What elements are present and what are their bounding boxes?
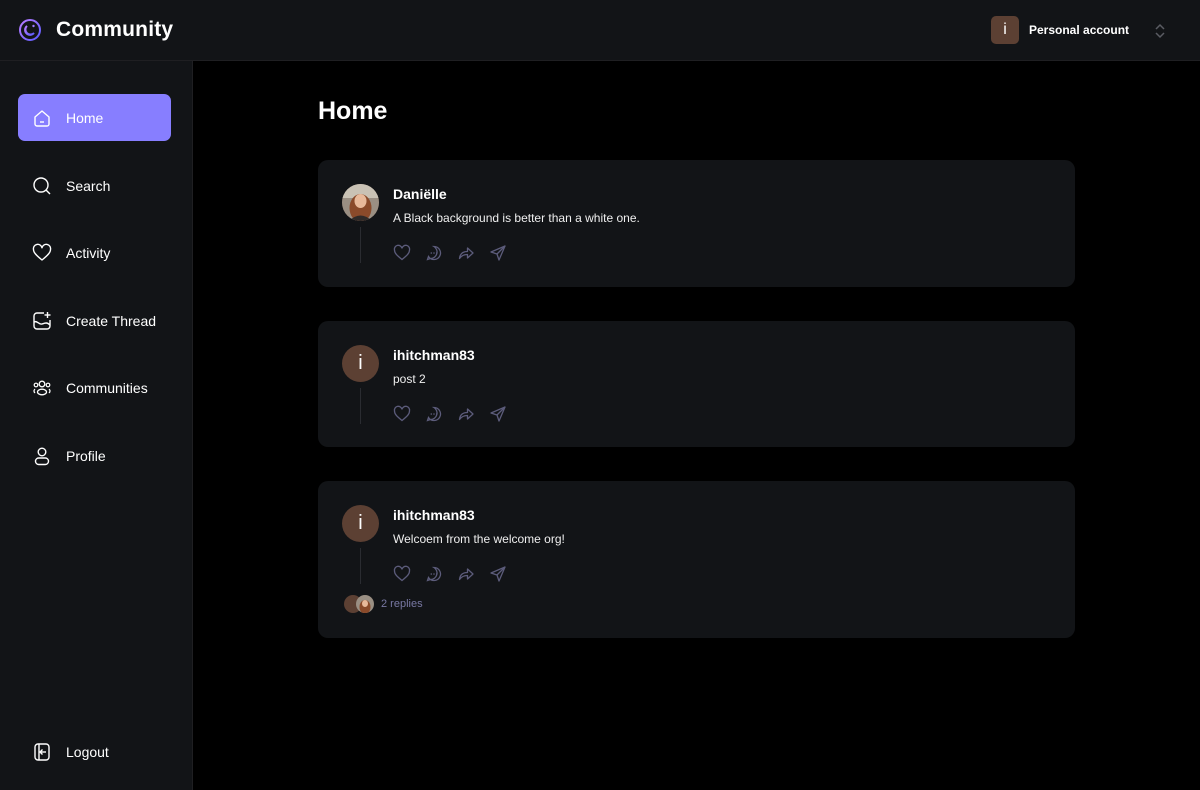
like-button[interactable] [393, 244, 411, 262]
thread-line [360, 548, 361, 584]
sidebar: Home Search Activity Create Thread Commu… [0, 61, 193, 790]
thread-card: i ihitchman83 post 2 [318, 321, 1075, 447]
sidebar-item-search[interactable]: Search [18, 162, 171, 209]
thread-card: i ihitchman83 Welcoem from the welcome o… [318, 481, 1075, 638]
thread-actions [393, 244, 507, 262]
reply-icon [426, 406, 442, 422]
logout-icon [34, 742, 50, 761]
thread-line [360, 388, 361, 424]
thread-author[interactable]: ihitchman83 [393, 507, 475, 523]
logout-label: Logout [66, 743, 109, 760]
thread-content: Welcoem from the welcome org! [393, 532, 565, 546]
heart-icon [393, 244, 411, 261]
thread-line [360, 227, 361, 263]
sidebar-item-label: Activity [66, 244, 111, 261]
reply-icon [426, 566, 442, 582]
thread-author[interactable]: Daniëlle [393, 186, 447, 202]
share-button[interactable] [489, 565, 507, 583]
chevron-up-down-icon[interactable] [1153, 22, 1167, 40]
app-title: Community [56, 18, 174, 41]
replies-count[interactable]: 2 replies [381, 598, 423, 610]
account-avatar: i [991, 16, 1019, 44]
author-avatar[interactable]: i [342, 505, 379, 542]
top-bar: Community i Personal account [0, 0, 1200, 61]
sidebar-item-label: Home [66, 109, 104, 126]
thread-content: post 2 [393, 372, 426, 386]
sidebar-item-communities[interactable]: Communities [18, 364, 171, 411]
reply-button[interactable] [425, 565, 443, 583]
page-title: Home [318, 97, 388, 125]
replies-summary[interactable]: 2 replies [344, 595, 423, 613]
sidebar-item-label: Profile [66, 447, 106, 464]
heart-icon [393, 405, 411, 422]
repost-icon [458, 408, 474, 421]
avatar-photo [342, 184, 379, 221]
share-icon [490, 245, 506, 261]
reply-avatar [356, 595, 374, 613]
reply-button[interactable] [425, 405, 443, 423]
share-icon [490, 566, 506, 582]
logo[interactable]: Community [18, 18, 173, 42]
sidebar-item-activity[interactable]: Activity [18, 229, 171, 276]
thread-author[interactable]: ihitchman83 [393, 347, 475, 363]
thread-card: Daniëlle A Black background is better th… [318, 160, 1075, 287]
main-content: Home Daniëlle A Black background is bett… [193, 61, 1200, 790]
thread-actions [393, 565, 507, 583]
heart-icon [393, 565, 411, 582]
user-icon [34, 447, 50, 465]
account-switcher[interactable]: i Personal account [991, 16, 1165, 44]
search-icon [33, 176, 51, 194]
sidebar-item-create-thread[interactable]: Create Thread [18, 297, 171, 344]
sidebar-item-profile[interactable]: Profile [18, 432, 171, 479]
repost-button[interactable] [457, 565, 475, 583]
share-icon [490, 406, 506, 422]
logo-icon [19, 19, 41, 41]
sidebar-item-label: Create Thread [66, 312, 157, 329]
create-thread-icon [33, 311, 51, 330]
author-avatar[interactable]: i [342, 345, 379, 382]
thread-content: A Black background is better than a whit… [393, 211, 640, 225]
sidebar-item-label: Communities [66, 379, 148, 396]
sidebar-item-label: Search [66, 177, 111, 194]
home-icon [34, 109, 50, 127]
heart-icon [32, 243, 52, 261]
author-avatar[interactable] [342, 184, 379, 221]
sidebar-item-home[interactable]: Home [18, 94, 171, 141]
account-label: Personal account [1029, 23, 1130, 37]
like-button[interactable] [393, 565, 411, 583]
repost-button[interactable] [457, 244, 475, 262]
reply-button[interactable] [425, 244, 443, 262]
share-button[interactable] [489, 405, 507, 423]
reply-icon [426, 245, 442, 261]
share-button[interactable] [489, 244, 507, 262]
repost-icon [458, 247, 474, 260]
repost-icon [458, 568, 474, 581]
thread-actions [393, 405, 507, 423]
like-button[interactable] [393, 405, 411, 423]
repost-button[interactable] [457, 405, 475, 423]
communities-icon [33, 380, 51, 395]
logout-button[interactable]: Logout [18, 728, 171, 775]
